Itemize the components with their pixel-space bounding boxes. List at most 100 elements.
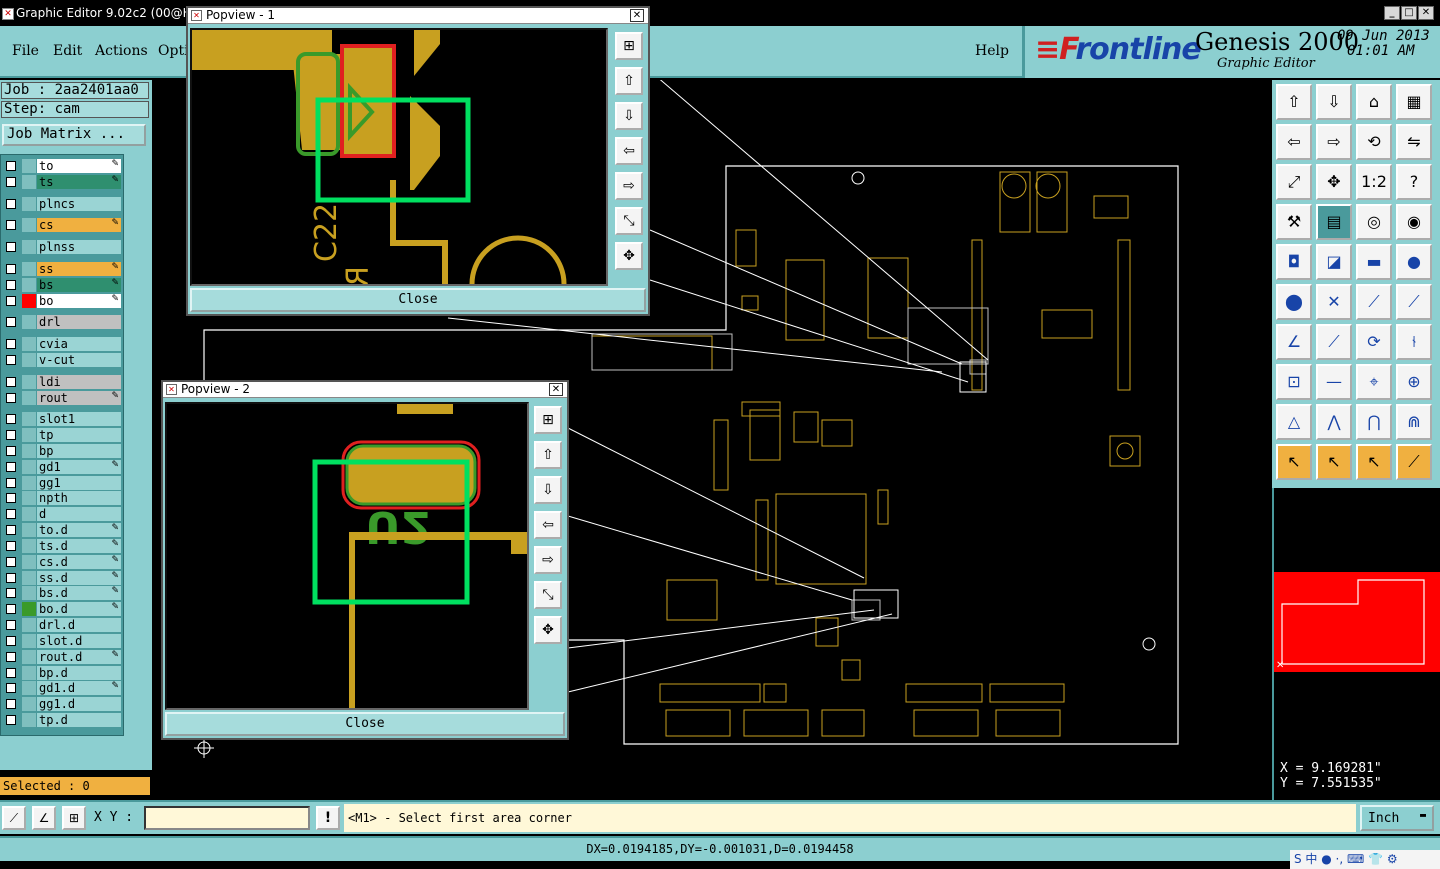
arrow-down-icon[interactable]: ⇩	[1316, 84, 1352, 120]
layer-name[interactable]: to.d ✎	[37, 523, 121, 537]
xy-input[interactable]	[144, 806, 310, 830]
ratio-icon[interactable]: 1:2	[1356, 164, 1392, 200]
popview-1-canvas[interactable]: C22 R158	[190, 28, 608, 286]
pan-up-icon[interactable]: ⇧	[534, 441, 562, 469]
layer-checkbox[interactable]	[6, 699, 16, 709]
layer-color-swatch[interactable]	[22, 278, 36, 292]
minimap[interactable]: ✕	[1272, 488, 1440, 758]
layer-row-ss-d[interactable]: ss.d ✎	[3, 571, 121, 585]
layer-name[interactable]: ldi	[37, 375, 121, 389]
swap-icon[interactable]: ⇋	[1396, 124, 1432, 160]
layer-row-bo[interactable]: bo ✎	[3, 294, 121, 308]
layer-name[interactable]: cvia	[37, 337, 121, 351]
grid-snap-icon[interactable]: ⊞	[62, 806, 86, 830]
layer-row-ss[interactable]: ss ✎	[3, 262, 121, 276]
layer-color-swatch[interactable]	[22, 428, 36, 442]
layer-color-swatch[interactable]	[22, 240, 36, 254]
zoom-in-icon[interactable]: ⤡	[534, 581, 562, 609]
arc-icon[interactable]: ⟳	[1356, 324, 1392, 360]
layer-color-swatch[interactable]	[22, 375, 36, 389]
layer-row-drl-d[interactable]: drl.d	[3, 618, 121, 632]
target-icon[interactable]: ⌖	[1356, 364, 1392, 400]
layer-checkbox[interactable]	[6, 355, 16, 365]
layer-row-d[interactable]: d	[3, 507, 121, 521]
layer-color-swatch[interactable]	[22, 353, 36, 367]
group-icon[interactable]: ⊕	[1396, 364, 1432, 400]
layer-row-plncs[interactable]: plncs	[3, 197, 121, 211]
layer-row-cs-d[interactable]: cs.d ✎	[3, 555, 121, 569]
layer-name[interactable]: bs ✎	[37, 278, 121, 292]
layer-checkbox[interactable]	[6, 715, 16, 725]
layer-checkbox[interactable]	[6, 557, 16, 567]
grid-icon[interactable]: ▦	[1396, 84, 1432, 120]
center-icon[interactable]: ✥	[534, 616, 562, 644]
pan-up-icon[interactable]: ⇧	[615, 67, 643, 95]
layer-color-swatch[interactable]	[22, 555, 36, 569]
layer-color-swatch[interactable]	[22, 460, 36, 474]
layer-name[interactable]: ss.d ✎	[37, 571, 121, 585]
layer-color-swatch[interactable]	[22, 650, 36, 664]
layer-name[interactable]: drl.d	[37, 618, 121, 632]
layer-checkbox[interactable]	[6, 668, 16, 678]
bracket-icon[interactable]: ⫮	[1396, 324, 1432, 360]
pan-right-icon[interactable]: ⇨	[615, 172, 643, 200]
layer-color-swatch[interactable]	[22, 523, 36, 537]
angle-icon[interactable]: ∠	[1276, 324, 1312, 360]
pan-left-icon[interactable]: ⇦	[615, 137, 643, 165]
triangle-icon[interactable]: △	[1276, 404, 1312, 440]
layer-checkbox[interactable]	[6, 339, 16, 349]
layer-row-plnss[interactable]: plnss	[3, 240, 121, 254]
menu-actions[interactable]: Actions	[95, 43, 148, 59]
layer-name[interactable]: ts.d ✎	[37, 539, 121, 553]
layer-color-swatch[interactable]	[22, 262, 36, 276]
layer-row-ldi[interactable]: ldi	[3, 375, 121, 389]
layer-row-drl[interactable]: drl	[3, 315, 121, 329]
arrow-left-icon[interactable]: ⇦	[1276, 124, 1312, 160]
layer-name[interactable]: v-cut	[37, 353, 121, 367]
layer-checkbox[interactable]	[6, 377, 16, 387]
layer-color-swatch[interactable]	[22, 476, 36, 490]
arrow-right-icon[interactable]: ⇨	[1316, 124, 1352, 160]
layer-row-ts-d[interactable]: ts.d ✎	[3, 539, 121, 553]
menu-file[interactable]: File	[12, 43, 39, 59]
net-icon[interactable]: ⬤	[1276, 284, 1312, 320]
layer-name[interactable]: tp	[37, 428, 121, 442]
cross-icon[interactable]: ✕	[1316, 284, 1352, 320]
layer-color-swatch[interactable]	[22, 294, 36, 308]
layer-checkbox[interactable]	[6, 573, 16, 583]
layer-name[interactable]: d	[37, 507, 121, 521]
menu-help[interactable]: Help	[975, 43, 1009, 59]
layer-row-gd1-d[interactable]: gd1.d ✎	[3, 681, 121, 695]
route-icon[interactable]: ⟋	[1396, 444, 1432, 480]
layer-name[interactable]: ts ✎	[37, 175, 121, 189]
layer-row-cvia[interactable]: cvia	[3, 337, 121, 351]
layer-checkbox[interactable]	[6, 604, 16, 614]
layer-checkbox[interactable]	[6, 280, 16, 290]
popview-1-close-button[interactable]: Close	[190, 288, 646, 312]
layer-name[interactable]: bp.d	[37, 666, 121, 680]
layer-color-swatch[interactable]	[22, 681, 36, 695]
layer-row-ts[interactable]: ts ✎	[3, 175, 121, 189]
pan-right-icon[interactable]: ⇨	[534, 546, 562, 574]
layer-checkbox[interactable]	[6, 683, 16, 693]
layer-color-swatch[interactable]	[22, 618, 36, 632]
layer-row-cs[interactable]: cs ✎	[3, 218, 121, 232]
layer-name[interactable]: rout ✎	[37, 391, 121, 405]
arch-2-icon[interactable]: ⋒	[1396, 404, 1432, 440]
layer-checkbox[interactable]	[6, 161, 16, 171]
layer-row-to[interactable]: to ✎	[3, 159, 121, 173]
layer-checkbox[interactable]	[6, 220, 16, 230]
layer-color-swatch[interactable]	[22, 602, 36, 616]
rotate-icon[interactable]: ⟲	[1356, 124, 1392, 160]
layer-checkbox[interactable]	[6, 177, 16, 187]
angle-icon[interactable]: ∠	[32, 806, 56, 830]
layer-color-swatch[interactable]	[22, 412, 36, 426]
layer-row-bp[interactable]: bp	[3, 444, 121, 458]
zoom-fit-icon[interactable]: ⊞	[534, 406, 562, 434]
layer-row-rout[interactable]: rout ✎	[3, 391, 121, 405]
layer-checkbox[interactable]	[6, 393, 16, 403]
layer-name[interactable]: drl	[37, 315, 121, 329]
layer-checkbox[interactable]	[6, 446, 16, 456]
layer-name[interactable]: ss ✎	[37, 262, 121, 276]
home-icon[interactable]: ⌂	[1356, 84, 1392, 120]
